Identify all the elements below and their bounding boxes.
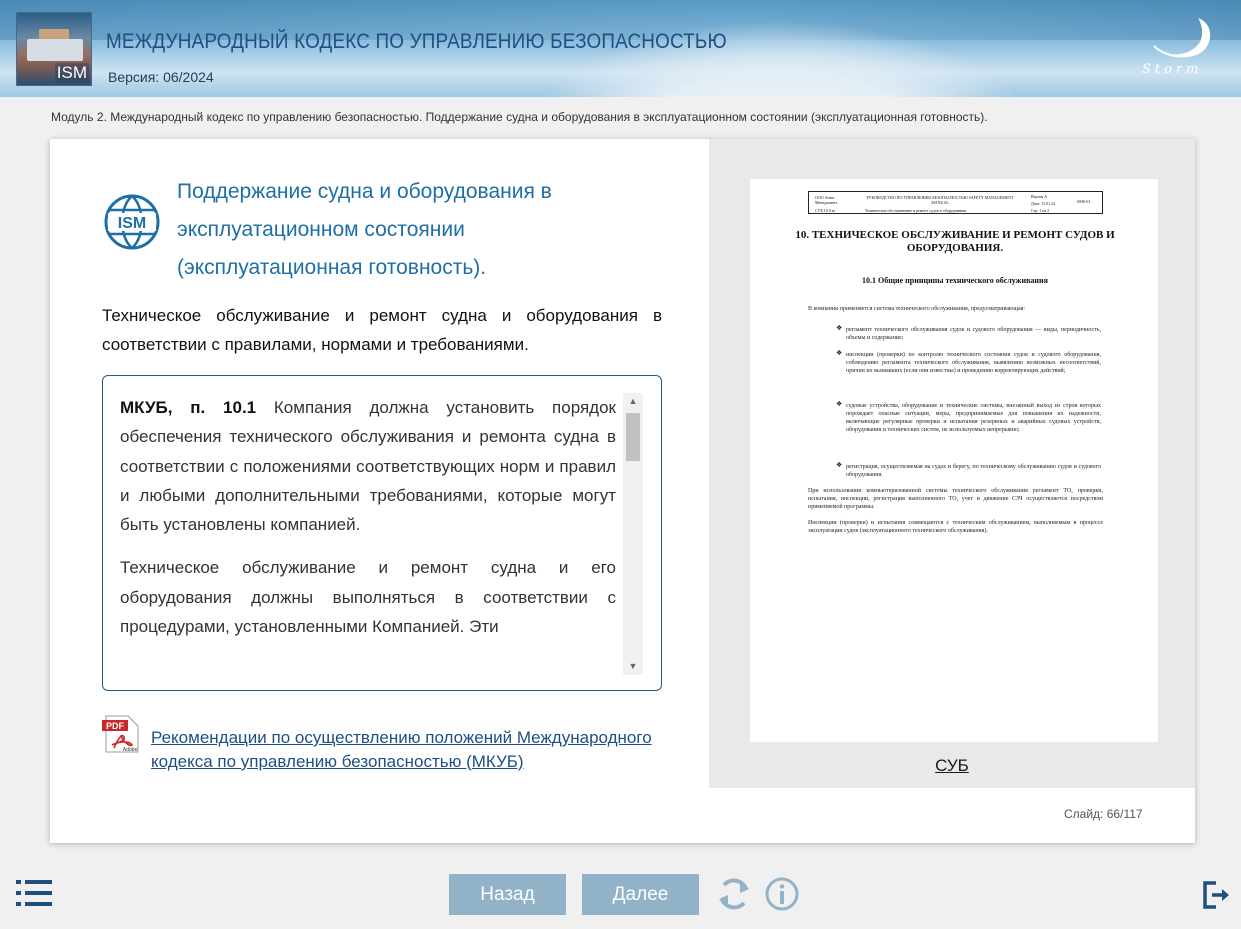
slide-counter-current: 66 [1106, 807, 1121, 821]
doc-bullet-icon: ❖ [836, 461, 843, 469]
slide-counter: Слайд: 66/117 [1064, 807, 1143, 821]
doc-bullet-icon: ❖ [836, 349, 843, 357]
doc-bullet-icon: ❖ [836, 324, 843, 332]
slide-subtitle: Техническое обслуживание и ремонт судна … [102, 306, 662, 354]
doc-head-manual: РУКОВОДСТВО ПО УПРАВЛЕНИЮ БЕЗОПАСНОСТЬЮ … [866, 195, 1014, 205]
document-bullet: инспекции (проверки) по контролю техниче… [846, 352, 1101, 374]
document-page[interactable]: ООО Анна-Менеджмент РУКОВОДСТВО ПО УПРАВ… [750, 179, 1158, 742]
doc-bullet-icon: ❖ [836, 400, 843, 408]
next-button[interactable]: Далее [582, 874, 699, 915]
doc-head-page: Стр. 1 из 2 [1031, 208, 1050, 213]
ship-hull [27, 39, 83, 61]
ism-badge-text: ISM [118, 215, 146, 232]
document-bullet: регламент технического обслуживания судо… [846, 327, 1101, 341]
storm-brand-text: Storm [1142, 62, 1203, 77]
scroll-up-arrow-icon[interactable]: ▲ [623, 393, 643, 410]
quote-scrollbar[interactable]: ▲ ▼ [623, 393, 643, 675]
slide-card: ISM Поддержание судна и оборудования в э… [50, 139, 1195, 843]
back-button[interactable]: Назад [449, 874, 566, 915]
doc-head-subject: Техническое обслуживание и ремонт судов … [865, 208, 967, 213]
document-intro: В компании применяется система техническ… [808, 306, 1026, 312]
pdf-icon-adobe: Adobe [123, 747, 138, 753]
quote-text-1: Компания должна установить порядок обесп… [120, 398, 616, 535]
menu-icon[interactable] [16, 880, 52, 906]
document-preview-panel[interactable]: ООО Анна-Менеджмент РУКОВОДСТВО ПО УПРАВ… [709, 139, 1195, 788]
version-label: Версия: 06/2024 [108, 69, 214, 85]
app-header: ISM МЕЖДУНАРОДНЫЙ КОДЕКС ПО УПРАВЛЕНИЮ Б… [0, 0, 1241, 97]
slide-title: Поддержание судна и оборудования в экспл… [177, 180, 552, 279]
document-bullet: судовые устройства, оборудование и техни… [846, 403, 1101, 433]
scroll-thumb[interactable] [626, 413, 640, 461]
doc-head-date: Дата: 15.01.24 [1031, 201, 1056, 206]
quote-paragraph-2: Техническое обслуживание и ремонт судна … [120, 558, 616, 637]
slide-counter-total: 117 [1123, 807, 1143, 821]
quote-reference: МКУБ, п. 10.1 [120, 398, 257, 417]
document-paragraph-3: Инспекции (проверки) и испытания совмеща… [808, 520, 1103, 534]
ism-globe-icon: ISM [104, 194, 160, 250]
logo-ism-text: ISM [54, 63, 89, 83]
slide-counter-label: Слайд: [1064, 807, 1104, 821]
quote-box: МКУБ, п. 10.1 Компания должна установить… [102, 375, 662, 691]
pdf-icon-label: PDF [106, 721, 125, 731]
document-caption-link[interactable]: СУБ [709, 756, 1195, 776]
pdf-icon[interactable]: PDF Adobe [102, 715, 140, 753]
scroll-down-arrow-icon[interactable]: ▼ [623, 658, 643, 675]
breadcrumb: Модуль 2. Международный кодекс по управл… [51, 110, 988, 124]
document-header-table: ООО Анна-Менеджмент РУКОВОДСТВО ПО УПРАВ… [808, 191, 1103, 214]
exit-icon[interactable] [1202, 880, 1232, 910]
doc-head-section: СУБ 10.0.m [815, 208, 835, 213]
app-title: МЕЖДУНАРОДНЫЙ КОДЕКС ПО УПРАВЛЕНИЮ БЕЗОП… [106, 30, 727, 53]
quote-content: МКУБ, п. 10.1 Компания должна установить… [120, 393, 616, 655]
document-subheading: 10.1 Общие принципы технического обслужи… [862, 276, 1048, 285]
info-icon[interactable] [764, 876, 800, 912]
document-paragraph-2: При использовании компьютеризованной сис… [808, 488, 1103, 510]
course-logo: ISM [16, 12, 92, 86]
document-bullet: регистрация, осуществляемая на судах и б… [846, 464, 1101, 478]
quote-paragraph-1: МКУБ, п. 10.1 Компания должна установить… [120, 393, 616, 539]
doc-head-version: Версия А [1031, 194, 1048, 199]
doc-head-company: ООО Анна-Менеджмент [815, 195, 838, 205]
document-heading: 10. ТЕХНИЧЕСКОЕ ОБСЛУЖИВАНИЕ И РЕМОНТ СУ… [795, 229, 1115, 254]
doc-head-code: SMS-01 [1077, 199, 1091, 204]
reload-icon[interactable] [716, 875, 752, 913]
pdf-recommendations-link[interactable]: Рекомендации по осуществлению положений … [151, 726, 661, 773]
